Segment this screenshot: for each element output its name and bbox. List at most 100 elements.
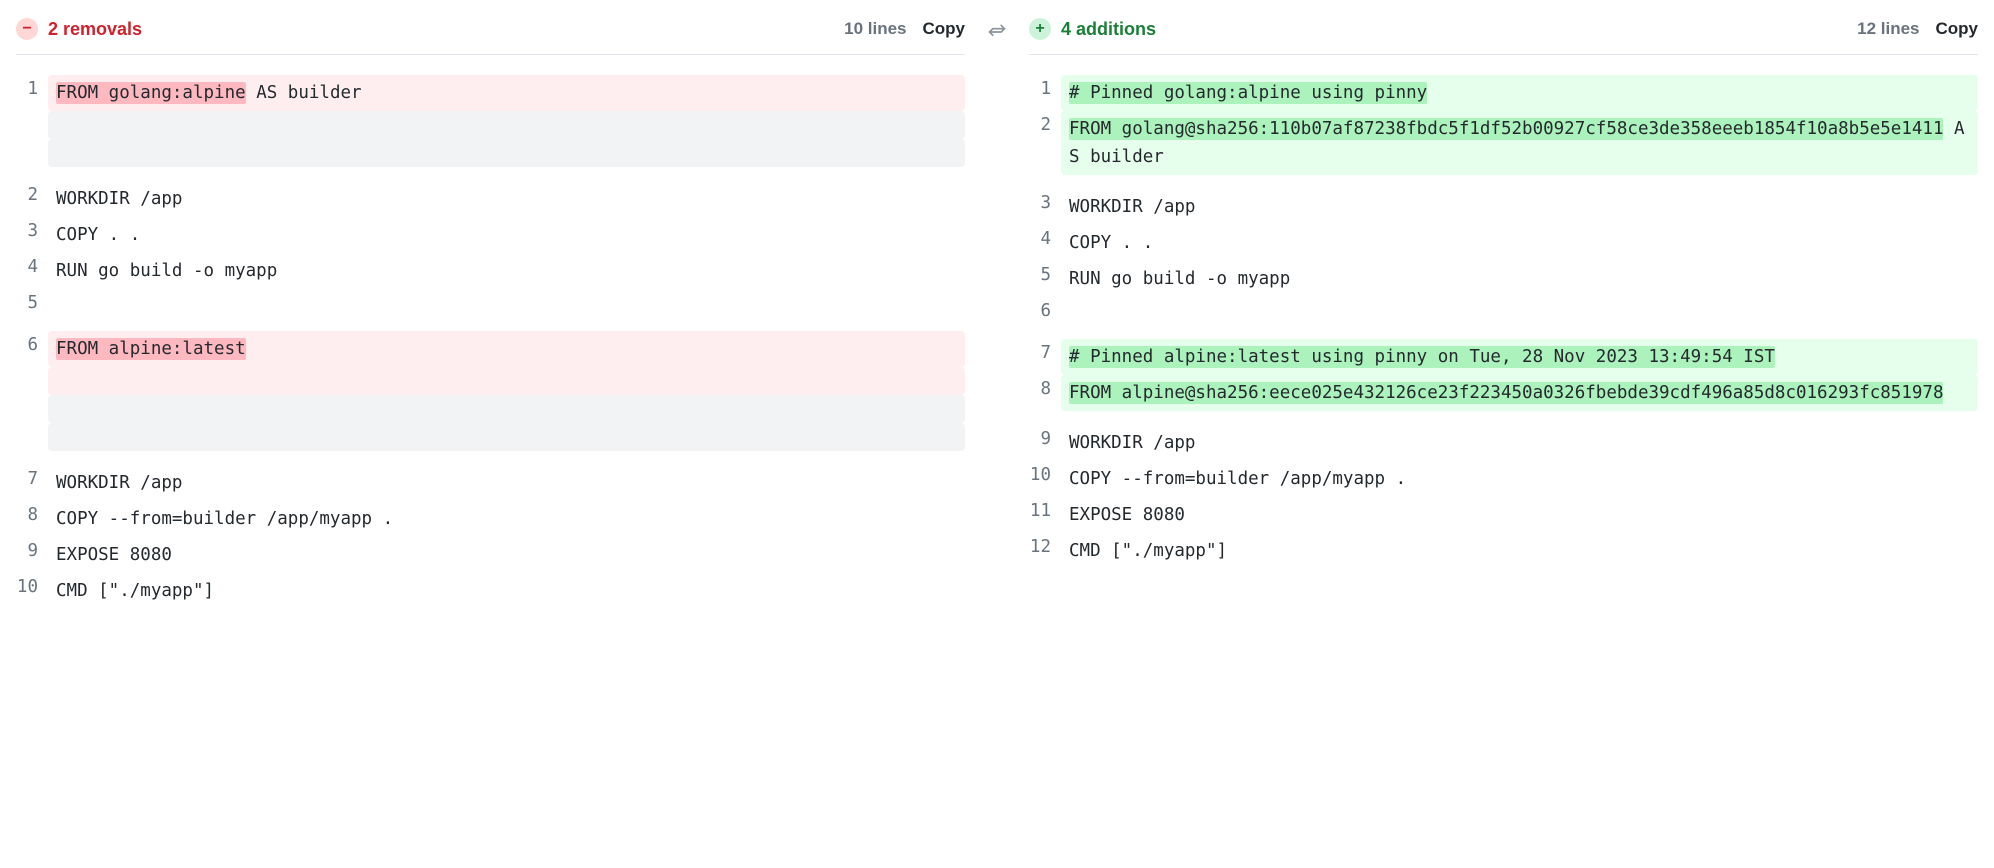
line-number: 6	[16, 331, 48, 359]
code-content[interactable]: FROM alpine@sha256:eece025e432126ce23f22…	[1061, 375, 1978, 411]
code-row: 8 FROM alpine@sha256:eece025e432126ce23f2…	[1029, 375, 1978, 411]
code-content[interactable]: EXPOSE 8080	[1061, 497, 1978, 533]
code-content[interactable]: WORKDIR /app	[1061, 189, 1978, 225]
line-number: 1	[1029, 75, 1061, 103]
line-number: 10	[1029, 461, 1061, 489]
code-content[interactable]	[48, 139, 965, 167]
code-content[interactable]	[48, 367, 965, 395]
line-count-left: 10 lines	[844, 19, 906, 39]
code-row: 3 COPY . .	[16, 217, 965, 253]
code-content[interactable]: COPY . .	[48, 217, 965, 253]
line-number: 5	[1029, 261, 1061, 289]
code-content[interactable]	[48, 289, 965, 317]
code-content[interactable]: WORKDIR /app	[48, 465, 965, 501]
minus-icon: −	[16, 18, 38, 40]
code-row: 8 COPY --from=builder /app/myapp .	[16, 501, 965, 537]
highlighted-segment: # Pinned alpine:latest using pinny on Tu…	[1069, 346, 1775, 368]
code-segment: CMD ["./myapp"]	[1069, 541, 1227, 561]
code-content[interactable]: RUN go build -o myapp	[1061, 261, 1978, 297]
highlighted-segment: # Pinned golang:alpine using pinny	[1069, 82, 1427, 104]
diff-pane-left: − 2 removals 10 lines Copy 1FROM golang:…	[16, 10, 965, 609]
code-content[interactable]	[1061, 297, 1978, 325]
code-row	[16, 395, 965, 423]
code-segment: COPY --from=builder /app/myapp .	[1069, 469, 1406, 489]
removal-count: 2 removals	[48, 19, 142, 40]
line-number: 4	[16, 253, 48, 281]
highlighted-segment: FROM golang:alpine	[56, 82, 246, 104]
code-row: 10 COPY --from=builder /app/myapp .	[1029, 461, 1978, 497]
highlighted-segment: FROM alpine:latest	[56, 338, 246, 360]
line-number: 12	[1029, 533, 1061, 561]
highlighted-segment: FROM alpine@sha256:eece025e432126ce23f22…	[1069, 382, 1943, 404]
code-content[interactable]	[48, 423, 965, 451]
code-row: 2FROM golang@sha256:110b07af87238fbdc5f1…	[1029, 111, 1978, 175]
code-segment: WORKDIR /app	[1069, 433, 1195, 453]
code-content[interactable]	[48, 111, 965, 139]
code-content[interactable]: COPY . .	[1061, 225, 1978, 261]
row-gap	[1029, 175, 1978, 189]
copy-button-right[interactable]: Copy	[1936, 19, 1979, 39]
diff-container: − 2 removals 10 lines Copy 1FROM golang:…	[0, 0, 1994, 619]
row-gap	[16, 317, 965, 331]
code-segment: WORKDIR /app	[56, 473, 182, 493]
header-left: − 2 removals	[16, 18, 142, 40]
code-content[interactable]: FROM golang:alpine AS builder	[48, 75, 965, 111]
line-number: 9	[16, 537, 48, 565]
line-count-right: 12 lines	[1857, 19, 1919, 39]
swap-button[interactable]	[985, 20, 1009, 47]
code-row: 1FROM golang:alpine AS builder	[16, 75, 965, 111]
code-content[interactable]: FROM alpine:latest	[48, 331, 965, 367]
code-content[interactable]: COPY --from=builder /app/myapp .	[48, 501, 965, 537]
header-right: 10 lines Copy	[844, 19, 965, 39]
line-number: 5	[16, 289, 48, 317]
code-row: 7WORKDIR /app	[16, 465, 965, 501]
header-left: + 4 additions	[1029, 18, 1156, 40]
code-content[interactable]: FROM golang@sha256:110b07af87238fbdc5f1d…	[1061, 111, 1978, 175]
line-number: 8	[1029, 375, 1061, 403]
code-segment: COPY . .	[1069, 233, 1153, 253]
code-content[interactable]: # Pinned alpine:latest using pinny on Tu…	[1061, 339, 1978, 375]
code-segment: RUN go build -o myapp	[1069, 269, 1290, 289]
code-row: 6	[1029, 297, 1978, 325]
code-content[interactable]: RUN go build -o myapp	[48, 253, 965, 289]
copy-button-left[interactable]: Copy	[923, 19, 966, 39]
code-segment: COPY --from=builder /app/myapp .	[56, 509, 393, 529]
code-row: 9WORKDIR /app	[1029, 425, 1978, 461]
code-segment: CMD ["./myapp"]	[56, 581, 214, 601]
code-segment: COPY . .	[56, 225, 140, 245]
line-number: 3	[16, 217, 48, 245]
code-content[interactable]: WORKDIR /app	[1061, 425, 1978, 461]
code-segment: WORKDIR /app	[1069, 197, 1195, 217]
diff-pane-right: + 4 additions 12 lines Copy 1 # Pinned go…	[1029, 10, 1978, 609]
code-row	[16, 139, 965, 167]
code-row: 3WORKDIR /app	[1029, 189, 1978, 225]
line-number: 11	[1029, 497, 1061, 525]
code-content[interactable]	[48, 395, 965, 423]
code-row: 4COPY . .	[1029, 225, 1978, 261]
addition-count: 4 additions	[1061, 19, 1156, 40]
line-number: 1	[16, 75, 48, 103]
line-number: 8	[16, 501, 48, 529]
code-content[interactable]: COPY --from=builder /app/myapp .	[1061, 461, 1978, 497]
code-segment: RUN go build -o myapp	[56, 261, 277, 281]
code-body-right: 1 # Pinned golang:alpine using pinny 2FROM…	[1029, 75, 1978, 569]
code-content[interactable]: EXPOSE 8080	[48, 537, 965, 573]
code-segment: EXPOSE 8080	[1069, 505, 1185, 525]
code-row	[16, 111, 965, 139]
code-segment: WORKDIR /app	[56, 189, 182, 209]
code-content[interactable]: # Pinned golang:alpine using pinny	[1061, 75, 1978, 111]
header-right: 12 lines Copy	[1857, 19, 1978, 39]
line-number: 10	[16, 573, 48, 601]
code-content[interactable]: CMD ["./myapp"]	[1061, 533, 1978, 569]
code-row: 11 EXPOSE 8080	[1029, 497, 1978, 533]
code-row: 10 CMD ["./myapp"]	[16, 573, 965, 609]
code-content[interactable]: WORKDIR /app	[48, 181, 965, 217]
line-number: 2	[16, 181, 48, 209]
code-row: 12 CMD ["./myapp"]	[1029, 533, 1978, 569]
line-number: 7	[1029, 339, 1061, 367]
code-content[interactable]: CMD ["./myapp"]	[48, 573, 965, 609]
code-row: 5 RUN go build -o myapp	[1029, 261, 1978, 297]
code-row: 1 # Pinned golang:alpine using pinny	[1029, 75, 1978, 111]
pane-header-left: − 2 removals 10 lines Copy	[16, 10, 965, 55]
code-row: 7 # Pinned alpine:latest using pinny on T…	[1029, 339, 1978, 375]
